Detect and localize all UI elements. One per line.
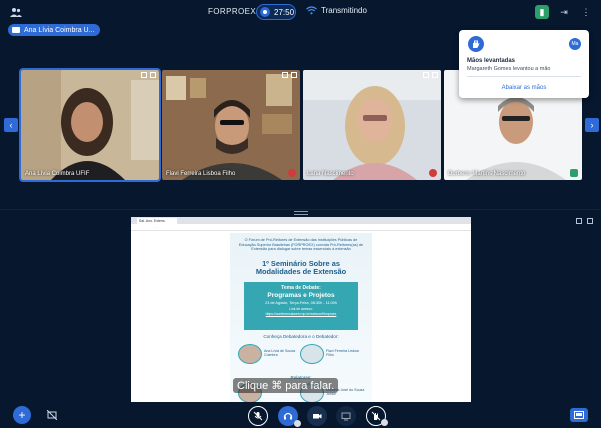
popup-title: Mãos levantadas — [467, 58, 516, 64]
hand-settings-badge[interactable] — [381, 419, 388, 426]
resize-handle[interactable] — [294, 211, 308, 215]
browser-tabbar: Sal. Ano. Extens. — [131, 217, 471, 224]
debaters-heading: Conheça Debatedora e o Debatedor: — [263, 334, 339, 339]
raise-hand-button[interactable] — [366, 406, 388, 426]
prev-page-button[interactable]: ‹ — [4, 118, 18, 132]
mic-off-icon — [253, 411, 263, 421]
participant-video — [162, 70, 300, 180]
participant-name: Durbens Martins Nascimento — [448, 171, 526, 177]
participant-video — [21, 70, 159, 180]
raised-hand-icon — [468, 36, 484, 52]
screen-share-icon — [341, 412, 351, 421]
debate-time: 23 de Agosto, Terça-Feira, 08:30h - 11:0… — [265, 301, 337, 305]
muted-mic-icon — [288, 169, 296, 177]
popup-message: Margareth Gomes levantou a mão — [467, 66, 551, 72]
layout-icon — [574, 411, 584, 419]
mic-button[interactable] — [248, 406, 268, 426]
tile-actions[interactable] — [141, 72, 156, 78]
top-bar: FORPROEX 27:50 Transmitindo ▮ ⇥ ⋮ — [0, 0, 601, 24]
bottom-toolbar: + — [0, 404, 601, 428]
event-poster: O Fórum de Pró-Reitores de Extensão das … — [230, 233, 372, 402]
divider — [0, 209, 601, 210]
push-to-talk-hint: Clique ⌘ para falar. — [233, 378, 339, 393]
audio-settings-badge[interactable] — [294, 420, 301, 427]
hands-raised-popup: Ma Mãos levantadas Margareth Gomes levan… — [459, 30, 589, 98]
poster-title: 1º Seminário Sobre as Modalidades de Ext… — [230, 260, 372, 276]
broadcast-status[interactable]: Transmitindo — [306, 6, 367, 15]
debater-name: Flavi Ferreira Lisboa Filho — [326, 349, 359, 357]
hand-off-icon — [371, 411, 381, 421]
tile-actions[interactable] — [423, 72, 438, 78]
top-right-controls: ▮ ⇥ ⋮ — [535, 5, 593, 19]
screen-off-icon[interactable] — [47, 410, 57, 420]
debate-label: Tema de Debate: — [281, 285, 321, 291]
layout-button[interactable] — [570, 408, 588, 422]
participant-name: Lana Nascimento — [307, 171, 354, 177]
participant-video — [303, 70, 441, 180]
access-label: Link de acesso: — [289, 307, 313, 311]
share-actions[interactable] — [576, 218, 593, 224]
headphones-icon — [283, 412, 293, 420]
tile-actions[interactable] — [282, 72, 297, 78]
broadcast-label: Transmitindo — [321, 6, 367, 15]
poster-title-line2: Modalidades de Extensão — [255, 267, 347, 276]
add-actions-button[interactable]: + — [13, 406, 31, 424]
timer-value: 27:50 — [274, 7, 295, 17]
divider — [467, 76, 581, 77]
poster-intro: O Fórum de Pró-Reitores de Extensão das … — [238, 238, 364, 252]
users-icon[interactable] — [10, 7, 22, 17]
muted-mic-icon — [429, 169, 437, 177]
shared-screen: Sal. Ano. Extens. · · · O Fórum de Pró-R… — [131, 217, 471, 402]
camera-off-icon — [313, 414, 322, 419]
browser-tab: Sal. Ano. Extens. — [137, 218, 177, 224]
debate-box: Tema de Debate: Programas e Projetos 23 … — [244, 282, 358, 330]
participant-name: Flavi Ferreira Lisboa Filho — [166, 171, 236, 177]
leave-icon[interactable]: ⇥ — [557, 5, 571, 19]
connection-status-icon[interactable]: ▮ — [535, 5, 549, 19]
recording-timer[interactable]: 27:50 — [256, 4, 296, 20]
screen-share-icon — [12, 27, 20, 33]
presenter-name: Ana Lívia Coimbra U... — [24, 26, 95, 34]
record-icon — [260, 7, 270, 17]
share-screen-button[interactable] — [336, 406, 356, 426]
debater-photo — [300, 344, 324, 364]
next-page-button[interactable]: › — [585, 118, 599, 132]
presenter-badge[interactable]: Ana Lívia Coimbra U... — [8, 24, 101, 36]
camera-icon — [570, 169, 578, 177]
access-link: https://conferenciaweb.rnp.br/webconf/fo… — [265, 312, 337, 316]
debater-name: Ana Lívia de Souza Coimbra — [264, 349, 296, 357]
video-button[interactable] — [307, 406, 327, 426]
video-tile[interactable]: Lana Nascimento — [303, 70, 441, 180]
more-options-icon[interactable]: ⋮ — [579, 5, 593, 19]
video-tile[interactable]: Flavi Ferreira Lisboa Filho — [162, 70, 300, 180]
debater-photo — [238, 344, 262, 364]
video-tile[interactable]: Ana Lívia Coimbra UFIF — [19, 68, 161, 182]
participant-name: Ana Lívia Coimbra UFIF — [25, 171, 90, 177]
audio-button[interactable] — [278, 406, 301, 427]
wifi-icon — [306, 6, 317, 15]
lower-hands-button[interactable]: Abaixar as mãos — [459, 85, 589, 91]
meeting-title: FORPROEX — [208, 7, 257, 16]
browser-address-bar: · · · — [131, 224, 471, 231]
avatar: Ma — [569, 38, 581, 50]
debate-topic: Programas e Projetos — [267, 292, 335, 299]
